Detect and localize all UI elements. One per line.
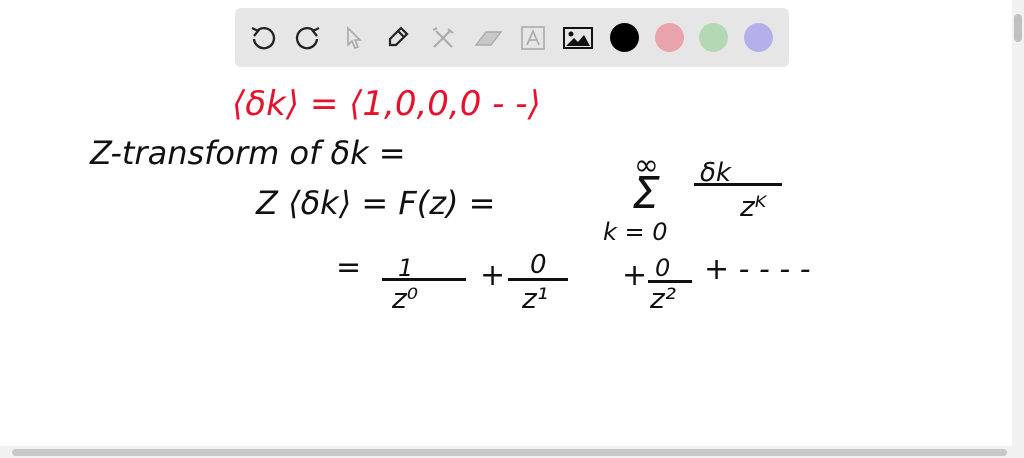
fraction-denominator: zᴷ — [740, 190, 767, 223]
drawing-toolbar — [235, 8, 789, 67]
handwritten-heading: Z-transform of δk = — [90, 134, 406, 172]
sigma-symbol: Σ — [632, 168, 660, 219]
handwritten-sequence: ⟨δk⟩ = ⟨1,0,0,0 - -⟩ — [232, 84, 541, 124]
undo-icon[interactable] — [247, 22, 279, 54]
color-green-swatch[interactable] — [699, 23, 728, 52]
color-red-swatch[interactable] — [655, 23, 684, 52]
vertical-scrollbar[interactable] — [1012, 0, 1024, 446]
image-icon[interactable] — [562, 22, 594, 54]
select-icon[interactable] — [337, 22, 369, 54]
plus-sign: + — [622, 258, 648, 293]
term2-numerator: 0 — [530, 250, 547, 280]
term3-numerator: 0 — [655, 254, 671, 282]
plus-sign: + — [480, 258, 506, 293]
text-icon[interactable] — [517, 22, 549, 54]
term3-denominator: z² — [650, 282, 676, 315]
horizontal-scrollbar[interactable] — [0, 446, 1024, 458]
term1-bar — [382, 278, 466, 281]
redo-icon[interactable] — [292, 22, 324, 54]
color-black-swatch[interactable] — [610, 23, 639, 52]
sum-lower-limit: k = 0 — [603, 218, 668, 246]
pen-icon[interactable] — [382, 22, 414, 54]
term2-bar — [508, 278, 568, 281]
fraction-bar — [694, 183, 782, 186]
color-purple-swatch[interactable] — [744, 23, 773, 52]
eraser-icon[interactable] — [472, 22, 504, 54]
equals-sign: = — [336, 250, 362, 285]
term1-denominator: z⁰ — [392, 282, 418, 315]
series-continuation: + - - - - — [704, 252, 811, 287]
handwritten-definition: Z ⟨δk⟩ = F(z) = — [256, 184, 496, 222]
tools-icon[interactable] — [427, 22, 459, 54]
term2-denominator: z¹ — [522, 282, 548, 315]
vertical-scroll-thumb[interactable] — [1014, 14, 1022, 42]
horizontal-scroll-thumb[interactable] — [12, 449, 1007, 456]
